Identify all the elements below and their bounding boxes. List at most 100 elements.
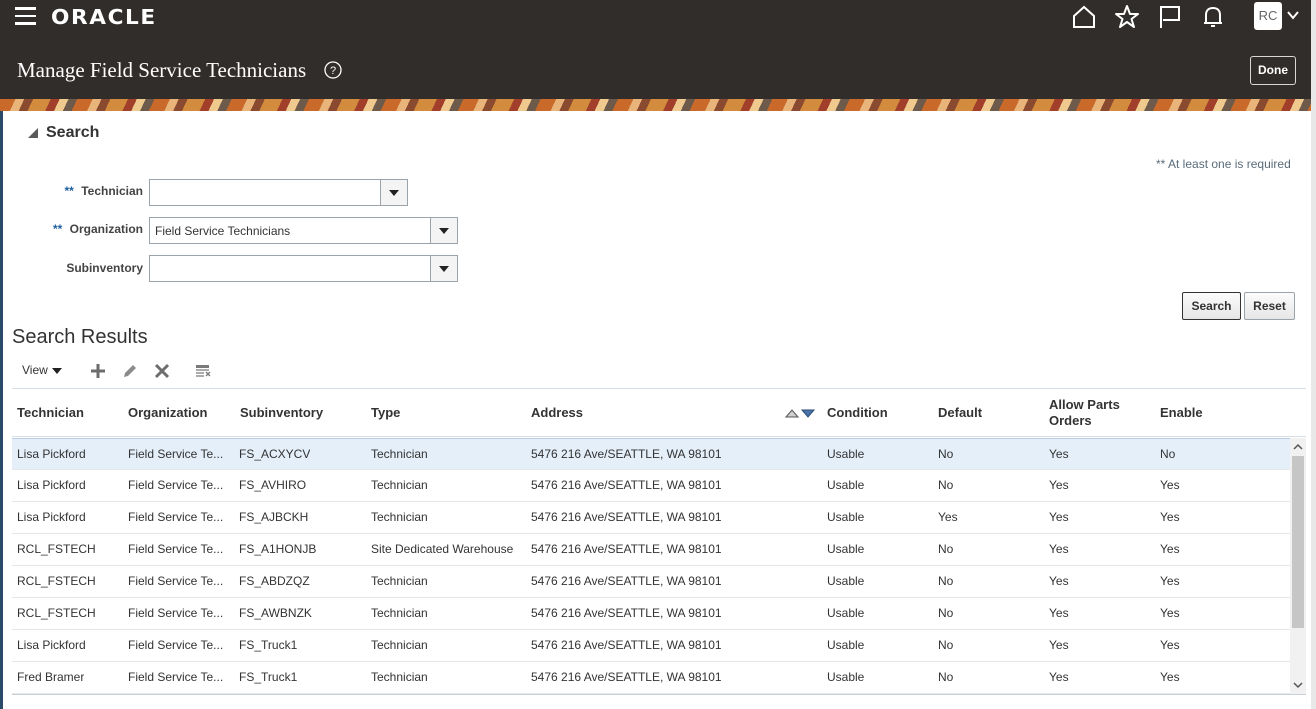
cell-type: Technician [371,574,428,588]
cell-address: 5476 216 Ave/SEATTLE, WA 98101 [531,670,722,684]
cell-allow-parts-orders: Yes [1049,510,1069,524]
avatar[interactable]: RC [1254,2,1282,30]
cell-technician: Lisa Pickford [17,478,86,492]
col-header-address[interactable]: Address [531,389,583,437]
table-row[interactable]: Lisa Pickford Field Service Te... FS_Tru… [12,630,1290,662]
col-header-default[interactable]: Default [938,389,982,437]
cell-subinventory: FS_ACXYCV [239,447,311,461]
required-marker: ** [64,184,74,198]
cell-enable: Yes [1160,510,1180,524]
chevron-down-icon[interactable] [1286,8,1300,22]
done-button[interactable]: Done [1250,56,1296,85]
cell-default: No [938,447,954,461]
organization-label: ** Organization [30,222,143,236]
col-header-allow-parts-orders[interactable]: Allow Parts Orders [1049,389,1139,437]
cell-address: 5476 216 Ave/SEATTLE, WA 98101 [531,478,722,492]
cell-subinventory: FS_AWBNZK [239,606,312,620]
search-button[interactable]: Search [1182,292,1241,320]
cell-allow-parts-orders: Yes [1049,638,1069,652]
table-scrollbar[interactable] [1290,438,1306,694]
table-row[interactable]: Lisa Pickford Field Service Te... FS_ACX… [12,438,1290,470]
organization-combobox[interactable] [149,217,458,244]
help-icon[interactable]: ? [324,61,342,79]
view-menu[interactable]: View [22,363,62,377]
table-header: Technician Organization Subinventory Typ… [12,389,1306,437]
technician-combobox[interactable] [149,179,408,206]
required-marker: ** [52,222,63,236]
organization-dropdown-button[interactable] [430,218,457,243]
cell-type: Technician [371,606,428,620]
cell-condition: Usable [827,510,865,524]
decorative-banner [0,99,1316,111]
add-icon[interactable] [89,362,107,380]
global-header: ORACLE RC Manage Field Service Technicia… [0,0,1316,99]
table-row[interactable]: Fred Bramer Field Service Te... FS_Truck… [12,662,1290,694]
organization-label-text: Organization [69,222,143,236]
table-row[interactable]: RCL_FSTECH Field Service Te... FS_AWBNZK… [12,598,1290,630]
oracle-logo[interactable]: ORACLE [51,5,157,29]
cell-default: No [938,638,954,652]
col-header-condition[interactable]: Condition [827,389,888,437]
scrollbar-thumb[interactable] [1292,456,1304,628]
search-section-toggle[interactable]: Search [28,124,99,142]
cell-default: No [938,606,954,620]
cell-technician: RCL_FSTECH [17,606,96,620]
cell-subinventory: FS_Truck1 [239,670,298,684]
cell-subinventory: FS_AVHIRO [239,478,307,492]
cell-type: Technician [371,510,428,524]
cell-type: Technician [371,638,428,652]
col-header-enable[interactable]: Enable [1160,389,1203,437]
flag-icon[interactable] [1157,4,1183,30]
cell-type: Technician [371,670,428,684]
cell-condition: Usable [827,606,865,620]
delete-x-icon[interactable] [153,362,171,380]
table-row[interactable]: RCL_FSTECH Field Service Te... FS_A1HONJ… [12,534,1290,566]
technician-input[interactable] [150,180,379,205]
page-scrollbar[interactable] [1311,0,1316,709]
menu-icon[interactable] [15,7,37,25]
col-header-organization[interactable]: Organization [128,389,207,437]
scroll-down-icon[interactable] [1290,678,1306,692]
cell-type: Technician [371,478,428,492]
svg-text:?: ? [330,65,336,77]
notifications-bell-icon[interactable] [1200,4,1226,30]
cell-type: Technician [371,447,428,461]
cell-enable: Yes [1160,574,1180,588]
sort-toggle-icon[interactable] [784,407,816,419]
cell-organization: Field Service Te... [128,478,224,492]
table-bottom-border [12,694,1306,695]
cell-subinventory: FS_A1HONJB [239,542,317,556]
cell-enable: Yes [1160,478,1180,492]
favorites-star-icon[interactable] [1114,4,1140,30]
search-results-title: Search Results [12,326,148,348]
table-row[interactable]: Lisa Pickford Field Service Te... FS_AJB… [12,502,1290,534]
cell-allow-parts-orders: Yes [1049,447,1069,461]
scroll-up-icon[interactable] [1290,440,1306,454]
freeze-columns-icon[interactable] [194,362,212,380]
subinventory-label: Subinventory [66,261,143,275]
cell-address: 5476 216 Ave/SEATTLE, WA 98101 [531,447,722,461]
subinventory-dropdown-button[interactable] [430,256,457,281]
technician-label: ** Technician [40,184,143,198]
cell-organization: Field Service Te... [128,447,224,461]
cell-condition: Usable [827,574,865,588]
table-row[interactable]: RCL_FSTECH Field Service Te... FS_ABDZQZ… [12,566,1290,598]
reset-button[interactable]: Reset [1244,292,1295,320]
cell-technician: Fred Bramer [17,670,85,684]
cell-enable: No [1160,447,1176,461]
col-header-type[interactable]: Type [371,389,400,437]
col-header-technician[interactable]: Technician [17,389,84,437]
table-row[interactable]: Lisa Pickford Field Service Te... FS_AVH… [12,470,1290,502]
organization-input[interactable] [150,218,429,243]
cell-technician: RCL_FSTECH [17,542,96,556]
results-table: Technician Organization Subinventory Typ… [12,388,1306,694]
subinventory-input[interactable] [150,256,429,281]
col-header-subinventory[interactable]: Subinventory [240,389,323,437]
cell-enable: Yes [1160,542,1180,556]
cell-default: No [938,542,954,556]
home-icon[interactable] [1071,4,1097,30]
subinventory-combobox[interactable] [149,255,458,282]
technician-dropdown-button[interactable] [380,180,407,205]
edit-pencil-icon[interactable] [121,362,139,380]
cell-default: No [938,574,954,588]
